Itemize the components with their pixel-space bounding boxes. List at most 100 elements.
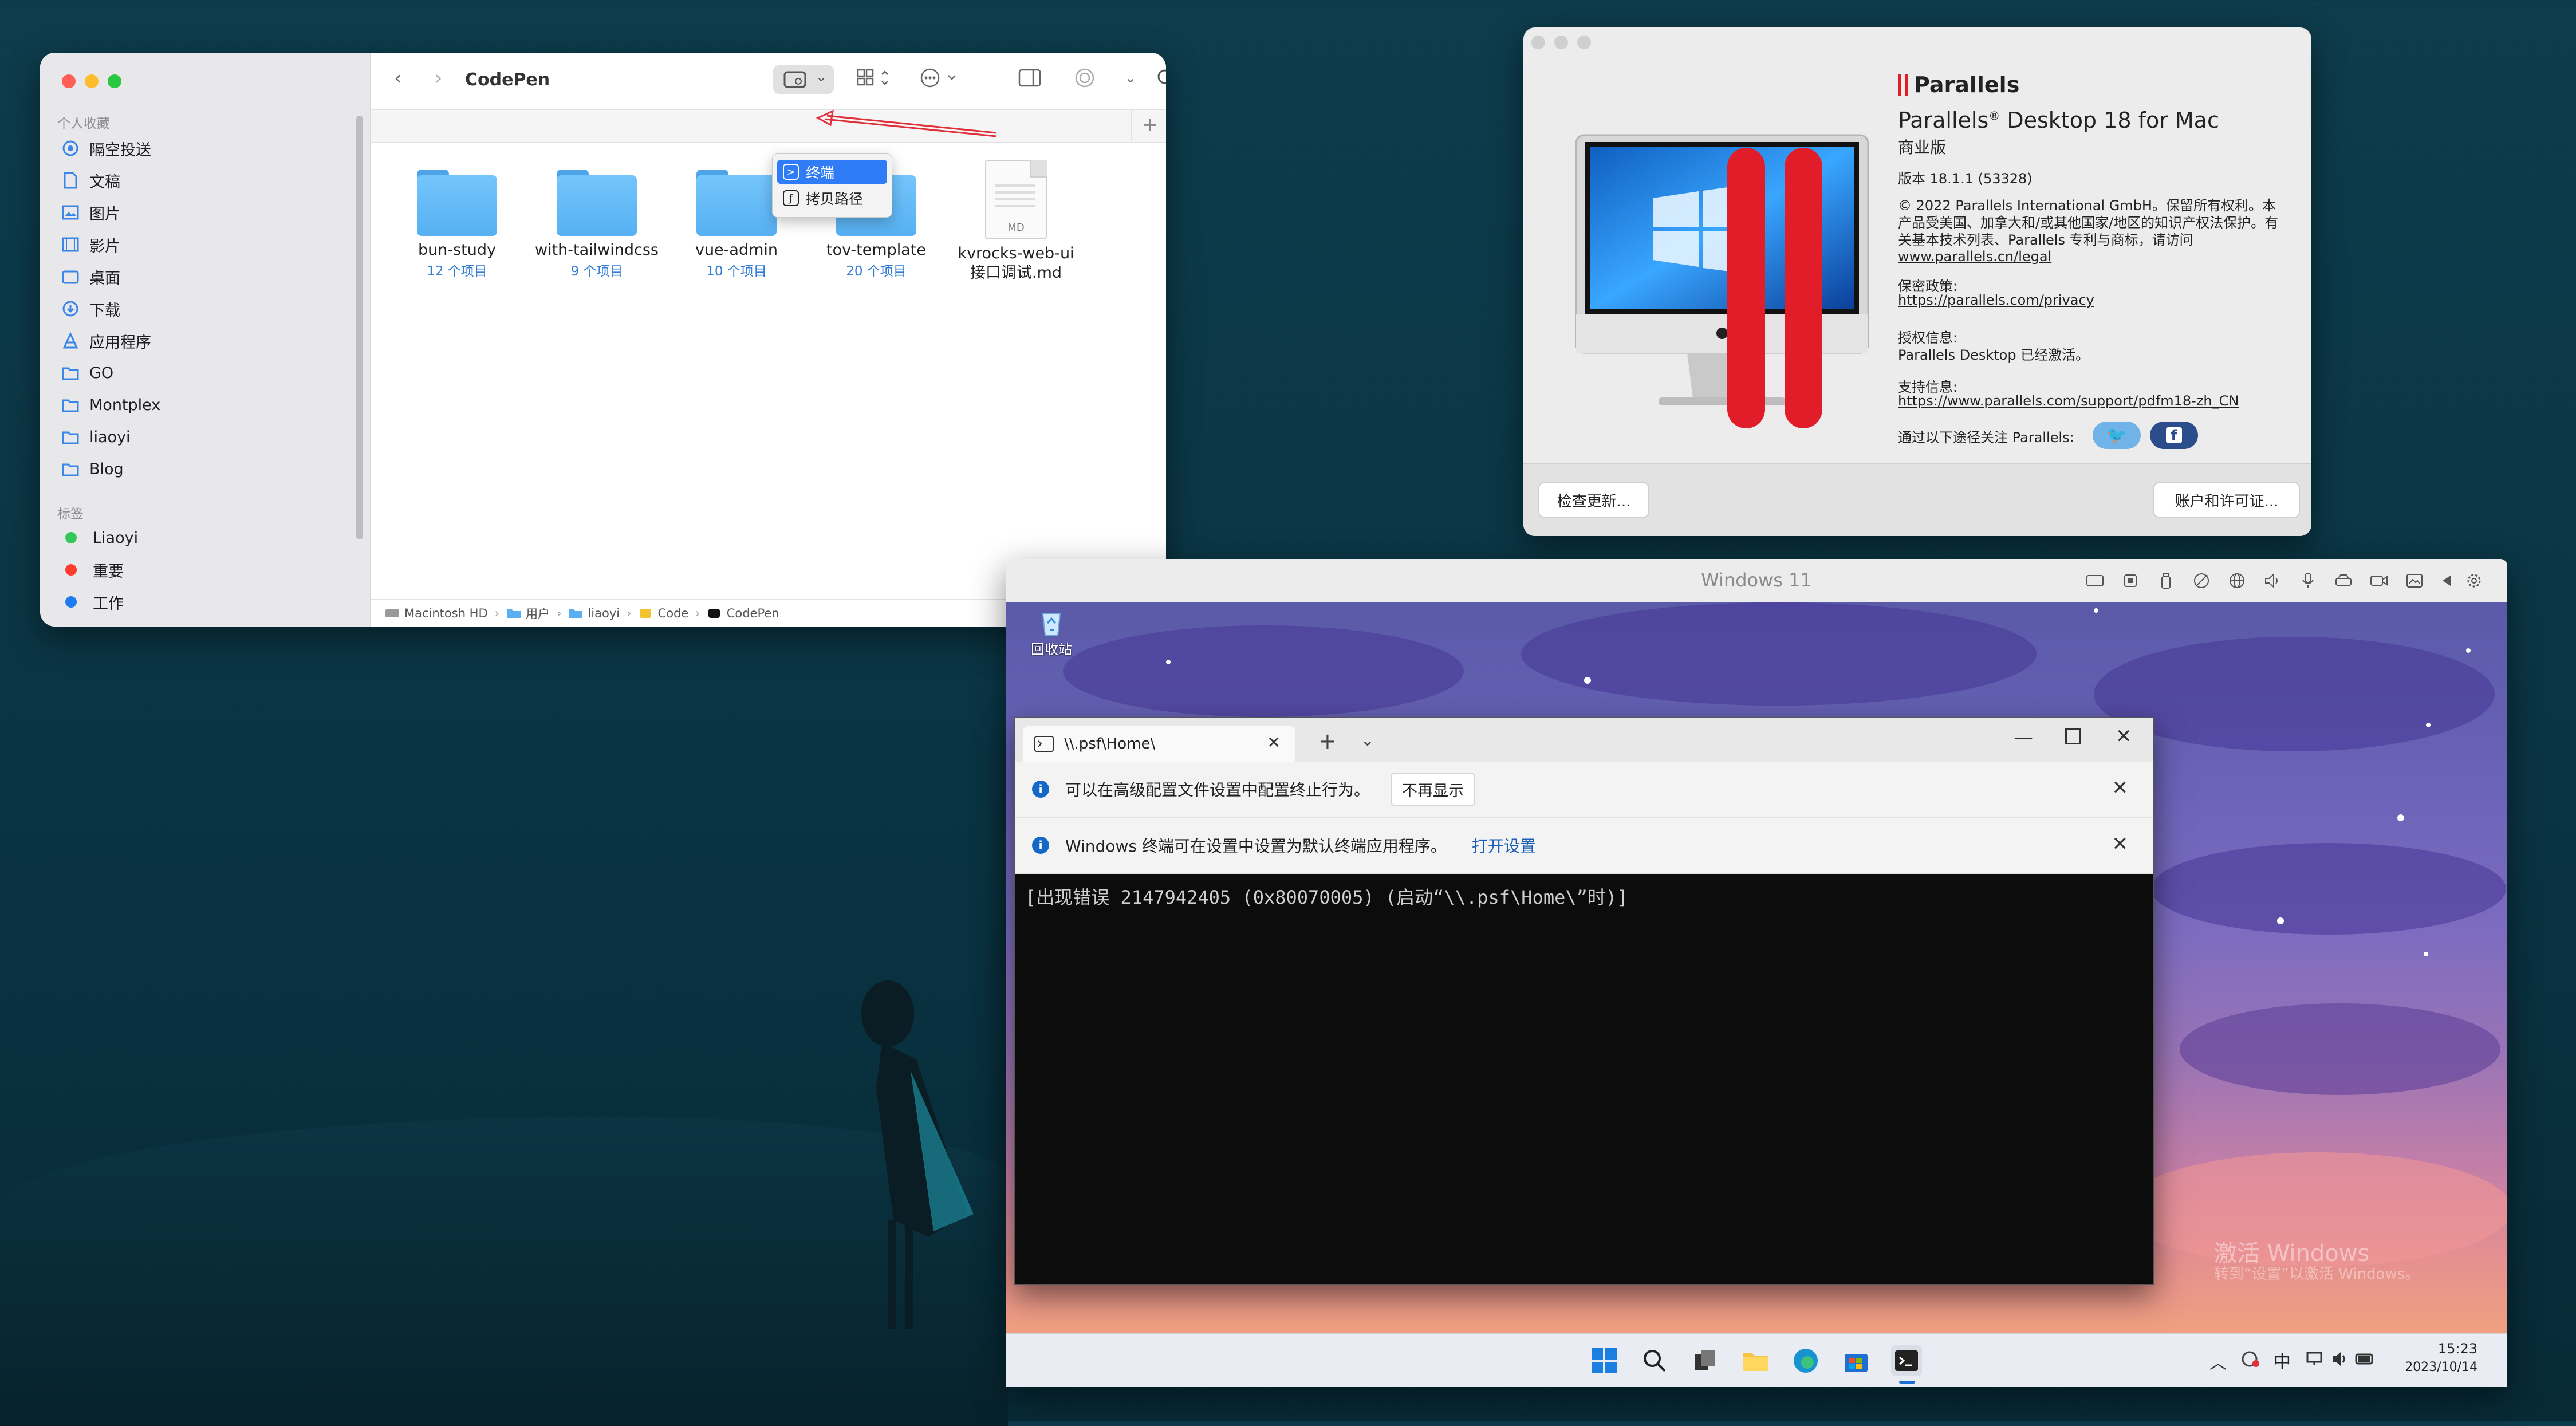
close-button[interactable]	[1531, 36, 1545, 49]
gear-icon[interactable]	[2465, 572, 2483, 590]
clock-time[interactable]: 15:23	[2409, 1341, 2477, 1357]
chevron-down-icon[interactable]: ⌄	[1125, 70, 1136, 86]
play-back-icon[interactable]	[2437, 572, 2456, 590]
sidebar-item-downloads[interactable]: 下载	[61, 294, 120, 323]
new-tab-button[interactable]: +	[1131, 110, 1166, 141]
keyboard-icon[interactable]	[2086, 572, 2104, 590]
folder-item[interactable]: with-tailwindcss 9 个项目	[528, 167, 665, 279]
twitter-icon[interactable]: 🐦	[2093, 422, 2141, 449]
video-camera-icon[interactable]	[2370, 572, 2388, 590]
folder-item[interactable]: bun-study 12 个项目	[388, 167, 526, 279]
ime-indicator[interactable]: 中	[2274, 1348, 2291, 1373]
screenshot-icon[interactable]	[2405, 572, 2424, 590]
task-view-icon[interactable]	[1689, 1345, 1720, 1376]
info-message: 可以在高级配置文件设置中配置终止行为。	[1065, 781, 1370, 799]
camera-off-icon[interactable]	[2192, 572, 2211, 590]
minimize-button[interactable]	[85, 74, 99, 88]
grid-view-icon[interactable]	[857, 68, 893, 88]
path-segment[interactable]: liaoyi	[568, 606, 620, 620]
item-count: 9 个项目	[570, 264, 623, 279]
open-settings-link[interactable]: 打开设置	[1472, 834, 1536, 857]
usb-icon[interactable]	[2157, 572, 2175, 590]
path-segment[interactable]: 用户	[506, 605, 550, 622]
terminal-output[interactable]: [出现错误 2147942405 (0x80070005) (启动“\\.psf…	[1025, 883, 1628, 909]
search-icon[interactable]	[1157, 69, 1166, 89]
close-icon[interactable]: ✕	[2112, 833, 2129, 856]
close-button[interactable]	[62, 74, 76, 88]
file-explorer-icon[interactable]	[1740, 1345, 1771, 1376]
menu-item-terminal[interactable]: > 终端	[777, 160, 887, 184]
volume-tray-icon[interactable]	[2331, 1351, 2349, 1367]
sidebar-scrollbar[interactable]	[356, 116, 363, 539]
support-link[interactable]: https://www.parallels.com/support/pdfm18…	[1898, 393, 2239, 409]
path-segment[interactable]: Macintosh HD	[385, 606, 488, 620]
search-icon[interactable]	[1639, 1345, 1670, 1376]
zoom-button[interactable]	[1577, 36, 1591, 49]
windows-taskbar: ︿ 中 15:23 2023/10/14	[1006, 1333, 2507, 1387]
sidebar-item-documents[interactable]: 文稿	[61, 166, 120, 195]
copyright: © 2022 Parallels International GmbH。保留所有…	[1898, 198, 2279, 248]
edge-icon[interactable]	[1790, 1345, 1821, 1376]
account-license-button[interactable]: 账户和许可证...	[2153, 482, 2300, 518]
sidebar-item-liaoyi[interactable]: liaoyi	[61, 423, 131, 451]
terminal-tab[interactable]: \\.psf\Home\ ✕	[1023, 726, 1295, 762]
sidebar-item-movies[interactable]: 影片	[61, 230, 120, 259]
sidebar-item-desktop[interactable]: 桌面	[61, 262, 120, 291]
airdrop-share-icon[interactable]	[1073, 68, 1096, 88]
dont-show-again-button[interactable]: 不再显示	[1391, 772, 1476, 806]
folder-icon	[61, 459, 80, 479]
new-tab-icon[interactable]: +	[1318, 728, 1337, 754]
follow-label: 通过以下途径关注 Parallels:	[1898, 430, 2074, 446]
sidebar-item-montplex[interactable]: Montplex	[61, 391, 160, 419]
home-folder-icon	[569, 609, 583, 618]
info-bar-close-behavior: i 可以在高级配置文件设置中配置终止行为。 不再显示 ✕	[1015, 762, 2153, 818]
sidebar-tag-liaoyi[interactable]: Liaoyi	[61, 523, 138, 552]
sidebar-item-applications[interactable]: 应用程序	[61, 326, 151, 355]
sidebar-item-blog[interactable]: Blog	[61, 455, 124, 483]
privacy-link[interactable]: https://parallels.com/privacy	[1898, 292, 2094, 308]
terminal-taskbar-icon[interactable]	[1891, 1345, 1922, 1376]
path-segment[interactable]: CodePen	[707, 606, 779, 620]
sidebar-item-label: GO	[89, 364, 114, 382]
sidebar-item-airdrop[interactable]: 隔空投送	[61, 134, 151, 163]
sidebar-item-label: 下载	[89, 301, 120, 320]
close-icon[interactable]: ✕	[2112, 777, 2129, 799]
minimize-button[interactable]	[1554, 36, 1568, 49]
network-tray-icon[interactable]	[2306, 1350, 2323, 1367]
tray-overflow-icon[interactable]: ︿	[2209, 1349, 2227, 1374]
battery-tray-icon[interactable]	[2355, 1350, 2376, 1367]
sidebar-tag-important[interactable]: 重要	[61, 556, 124, 584]
check-updates-button[interactable]: 检查更新...	[1538, 482, 1649, 518]
store-icon[interactable]	[1841, 1345, 1872, 1376]
speaker-icon[interactable]	[2263, 572, 2282, 590]
sidebar-tag-work[interactable]: 工作	[61, 588, 124, 616]
item-count: 20 个项目	[846, 264, 907, 279]
start-icon[interactable]	[1589, 1345, 1620, 1376]
open-in-terminal-button[interactable]: ⌄	[773, 65, 834, 94]
sidebar-item-pictures[interactable]: 图片	[61, 198, 120, 227]
sidebar-item-label: 应用程序	[89, 333, 151, 352]
cpu-icon[interactable]	[2121, 572, 2140, 590]
forward-button[interactable]: ›	[434, 66, 442, 90]
tab-dropdown-icon[interactable]: ⌄	[1361, 731, 1374, 750]
sidebar-toggle-icon[interactable]	[1018, 69, 1041, 87]
facebook-icon[interactable]: f	[2150, 422, 2198, 449]
security-tray-icon[interactable]	[2240, 1349, 2261, 1369]
menu-item-copy-path[interactable]: ƒ 拷贝路径	[777, 186, 887, 210]
network-icon[interactable]	[2228, 572, 2246, 590]
maximize-icon[interactable]	[2065, 728, 2081, 744]
more-actions-icon[interactable]	[920, 68, 960, 88]
clock-date[interactable]: 2023/10/14	[2386, 1360, 2477, 1374]
zoom-button[interactable]	[108, 74, 121, 88]
hard-drive-icon[interactable]	[2334, 572, 2353, 590]
legal-link[interactable]: www.parallels.cn/legal	[1898, 249, 2051, 265]
path-segment[interactable]: Code	[639, 606, 688, 620]
microphone-icon[interactable]	[2299, 572, 2317, 590]
markdown-file-item[interactable]: MD kvrocks-web-ui 接口调试.md	[947, 160, 1085, 283]
close-window-icon[interactable]: ✕	[2116, 725, 2132, 748]
back-button[interactable]: ‹	[394, 66, 402, 90]
minimize-icon[interactable]: —	[2014, 726, 2033, 749]
recycle-bin[interactable]: 回收站	[1029, 609, 1074, 658]
sidebar-item-go[interactable]: GO	[61, 359, 113, 387]
close-tab-icon[interactable]: ✕	[1267, 733, 1281, 752]
